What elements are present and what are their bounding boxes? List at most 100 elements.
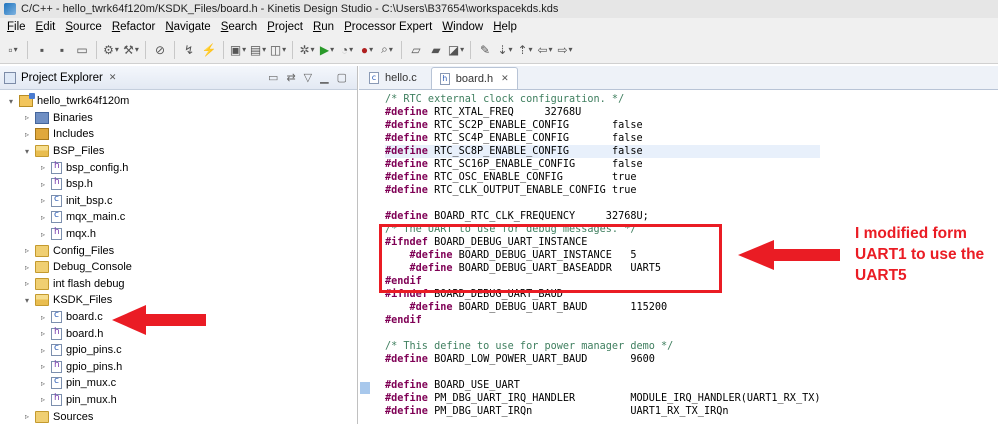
code-line: #define RTC_XTAL_FREQ 32768U	[385, 107, 582, 118]
expanded-arrow-icon[interactable]: ▾	[22, 296, 32, 305]
external-tools-icon[interactable]: ●	[358, 41, 376, 59]
project-explorer-icon	[4, 71, 16, 84]
debug-icon[interactable]: ✲	[298, 41, 316, 59]
collapsed-arrow-icon[interactable]: ▹	[38, 395, 48, 404]
tree-item[interactable]: ▹ gpio_pins.c	[0, 342, 357, 359]
menu-run[interactable]: Run	[308, 21, 339, 33]
tree-item[interactable]: ▾ hello_twrk64f120m	[0, 93, 357, 110]
open-resource-icon[interactable]: ▰	[427, 41, 445, 59]
tree-item[interactable]: ▹ Binaries	[0, 110, 357, 127]
collapsed-arrow-icon[interactable]: ▹	[38, 213, 48, 222]
menu-source[interactable]: Source	[60, 21, 106, 33]
collapsed-arrow-icon[interactable]: ▹	[22, 246, 32, 255]
menu-processor-expert[interactable]: Processor Expert	[339, 21, 437, 33]
code-line: #endif	[385, 315, 422, 326]
tree-item[interactable]: ▹ init_bsp.c	[0, 193, 357, 210]
title-bar: C/C++ - hello_twrk64f120m/KSDK_Files/boa…	[0, 0, 998, 18]
expanded-arrow-icon[interactable]: ▾	[6, 97, 16, 106]
build-icon[interactable]: ⚒	[122, 41, 140, 59]
search-icon[interactable]: ⌕	[378, 41, 396, 59]
header-file-icon	[51, 227, 62, 241]
flash-icon[interactable]: ⚡	[200, 41, 218, 59]
tree-item[interactable]: ▹ Includes	[0, 126, 357, 143]
forward-icon[interactable]: ⇨	[556, 41, 574, 59]
menu-refactor[interactable]: Refactor	[107, 21, 160, 33]
header-file-icon: h	[439, 72, 450, 85]
collapsed-arrow-icon[interactable]: ▹	[38, 362, 48, 371]
menu-window[interactable]: Window	[437, 21, 488, 33]
collapse-all-icon[interactable]: ▭	[268, 71, 278, 84]
new-class-icon[interactable]: ◫	[269, 41, 287, 59]
profile-icon[interactable]: ◔	[338, 41, 356, 59]
print-icon[interactable]: ▭	[73, 41, 91, 59]
tree-item[interactable]: ▹ Sources	[0, 408, 357, 424]
menu-help[interactable]: Help	[488, 21, 522, 33]
collapsed-arrow-icon[interactable]: ▹	[38, 329, 48, 338]
build-settings-icon[interactable]: ⚙	[102, 41, 120, 59]
tree-item[interactable]: ▹ int flash debug	[0, 276, 357, 293]
skip-breakpoints-icon[interactable]: ⊘	[151, 41, 169, 59]
tree-item[interactable]: ▹ Debug_Console	[0, 259, 357, 276]
menu-edit[interactable]: Edit	[31, 21, 61, 33]
collapsed-arrow-icon[interactable]: ▹	[38, 313, 48, 322]
tree-item-label: mqx.h	[66, 228, 96, 241]
c-file-icon	[51, 310, 62, 324]
tree-item[interactable]: ▹ pin_mux.h	[0, 392, 357, 409]
tree-item[interactable]: ▹ gpio_pins.h	[0, 359, 357, 376]
menu-file[interactable]: File	[2, 21, 31, 33]
menu-project[interactable]: Project	[262, 21, 308, 33]
new-icon[interactable]: ▫	[4, 41, 22, 59]
run-icon[interactable]: ▶	[318, 41, 336, 59]
tree-item[interactable]: ▹ pin_mux.c	[0, 375, 357, 392]
next-annotation-icon[interactable]: ⇣	[496, 41, 514, 59]
tree-item[interactable]: ▹ bsp.h	[0, 176, 357, 193]
collapsed-arrow-icon[interactable]: ▹	[38, 379, 48, 388]
save-all-icon[interactable]: ▪	[53, 41, 71, 59]
previous-annotation-icon[interactable]: ⇡	[516, 41, 534, 59]
collapsed-arrow-icon[interactable]: ▹	[22, 113, 32, 122]
tree-item[interactable]: ▹ mqx_main.c	[0, 209, 357, 226]
back-icon[interactable]: ⇦	[536, 41, 554, 59]
collapsed-arrow-icon[interactable]: ▹	[38, 346, 48, 355]
tree-item-label: Binaries	[53, 111, 93, 124]
tab-hello-c[interactable]: c hello.c	[361, 67, 425, 89]
open-type-icon[interactable]: ◪	[447, 41, 465, 59]
collapsed-arrow-icon[interactable]: ▹	[38, 196, 48, 205]
open-folder-icon[interactable]: ▱	[407, 41, 425, 59]
collapsed-arrow-icon[interactable]: ▹	[38, 230, 48, 239]
collapsed-arrow-icon[interactable]: ▹	[38, 180, 48, 189]
link-editor-icon[interactable]: ⇄	[286, 71, 295, 84]
project-explorer-title[interactable]: Project Explorer	[21, 72, 103, 84]
connect-icon[interactable]: ↯	[180, 41, 198, 59]
collapsed-arrow-icon[interactable]: ▹	[22, 130, 32, 139]
tree-item-label: board.h	[66, 327, 104, 340]
tree-item-label: bsp.h	[66, 178, 93, 191]
collapsed-arrow-icon[interactable]: ▹	[22, 412, 32, 421]
maximize-icon[interactable]: ▢	[337, 71, 347, 84]
red-arrow-right	[738, 240, 840, 270]
collapsed-arrow-icon[interactable]: ▹	[22, 263, 32, 272]
project-explorer-header: Project Explorer ✕ ▭ ⇄ ▽ ▁ ▢	[0, 66, 357, 90]
expanded-arrow-icon[interactable]: ▾	[22, 147, 32, 156]
close-tab-icon[interactable]: ✕	[501, 73, 509, 84]
save-icon[interactable]: ▪	[33, 41, 51, 59]
collapsed-arrow-icon[interactable]: ▹	[22, 279, 32, 288]
tree-item[interactable]: ▾ BSP_Files	[0, 143, 357, 160]
collapsed-arrow-icon[interactable]: ▹	[38, 163, 48, 172]
tree-item[interactable]: ▹ mqx.h	[0, 226, 357, 243]
toolbar-separator	[96, 40, 97, 59]
close-icon[interactable]: ✕	[109, 72, 117, 83]
tab-board-h[interactable]: h board.h ✕	[430, 67, 518, 89]
view-menu-icon[interactable]: ▽	[304, 71, 312, 84]
red-arrow-left	[112, 305, 206, 335]
tree-item[interactable]: ▹ Config_Files	[0, 242, 357, 259]
annotation-icon[interactable]: ✎	[476, 41, 494, 59]
menu-search[interactable]: Search	[216, 21, 262, 33]
tree-item[interactable]: ▹ bsp_config.h	[0, 159, 357, 176]
minimize-icon[interactable]: ▁	[320, 71, 328, 84]
new-project-icon[interactable]: ▣	[229, 41, 247, 59]
new-folder-icon[interactable]: ▤	[249, 41, 267, 59]
header-file-icon	[51, 327, 62, 340]
menu-navigate[interactable]: Navigate	[160, 21, 215, 33]
